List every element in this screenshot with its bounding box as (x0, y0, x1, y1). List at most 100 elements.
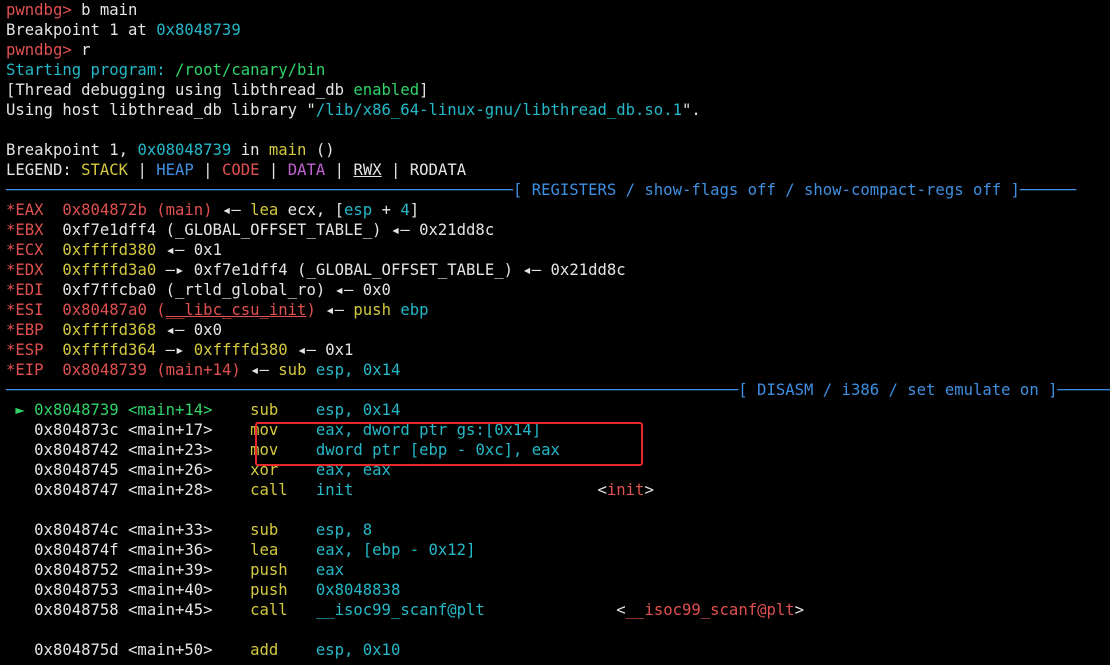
terminal-segment: 0x804872b (main) (62, 201, 213, 219)
terminal-segment: 0x8048739 (156, 21, 241, 39)
terminal-segment: ) (306, 301, 316, 319)
terminal-segment: ◂— 0x0 (156, 321, 222, 339)
terminal-segment: | (193, 161, 222, 179)
terminal-segment: lea (250, 541, 279, 559)
terminal-line: *ESP 0xffffd364 —▸ 0xffffd380 ◂— 0x1 (6, 340, 1110, 360)
terminal-line: 0x804874c <main+33> sub esp, 8 (6, 520, 1110, 540)
terminal-segment: *ECX (6, 241, 63, 259)
terminal-segment: add (250, 641, 279, 659)
terminal-segment: in (231, 141, 269, 159)
terminal-segment: sub (250, 401, 279, 419)
terminal-segment: 0x08048739 (137, 141, 232, 159)
terminal-segment: b main (81, 1, 138, 19)
terminal-segment: __libc_csu_init (165, 301, 307, 319)
terminal-segment: 0x804875d <main+50> (6, 641, 251, 659)
terminal-segment: | (325, 161, 354, 179)
terminal-segment: *EDI (6, 281, 63, 299)
terminal-segment: 0x10 (362, 641, 401, 659)
terminal-segment: ecx, [ (278, 201, 345, 219)
terminal-segment: 0xf7e1dff4 (_GLOBAL_OFFSET_TABLE_) ◂— 0x… (62, 221, 495, 239)
terminal-segment: [Thread debugging using libthread_db (6, 81, 354, 99)
terminal-segment: DATA (287, 161, 326, 179)
terminal-segment: init (287, 481, 354, 499)
terminal-line: 0x804873c <main+17> mov eax, dword ptr g… (6, 420, 1110, 440)
terminal-segment: mov (250, 441, 279, 459)
terminal-segment: 0x804874c <main+33> (6, 521, 251, 539)
terminal-segment: pwndbg> (6, 41, 82, 59)
terminal-window[interactable]: { "colors": { "background": "#000000", "… (0, 0, 1110, 665)
terminal-segment: __isoc99_scanf@plt (625, 601, 795, 619)
terminal-segment: esp, (278, 641, 363, 659)
terminal-segment: esp (344, 201, 373, 219)
terminal-segment: 0x8048752 <main+39> (6, 561, 251, 579)
terminal-segment: sub (278, 361, 307, 379)
terminal-line: LEGEND: STACK | HEAP | CODE | DATA | RWX… (6, 160, 1110, 180)
terminal-segment: ". (681, 101, 701, 119)
terminal-segment: 0x8048747 <main+28> (6, 481, 251, 499)
terminal-segment: esp, (306, 361, 363, 379)
terminal-line: *EBX 0xf7e1dff4 (_GLOBAL_OFFSET_TABLE_) … (6, 220, 1110, 240)
terminal-segment: call (250, 481, 288, 499)
terminal-segment: | (128, 161, 157, 179)
terminal-segment: 0xf7ffcba0 (_rtld_global_ro) ◂— 0x0 (62, 281, 391, 299)
terminal-segment: push (250, 561, 288, 579)
terminal-segment: ◂— (315, 301, 354, 319)
terminal-line: Starting program: /root/canary/bin (6, 60, 1110, 80)
terminal-segment: eax, eax (278, 461, 391, 479)
terminal-segment: main (268, 141, 307, 159)
terminal-segment: 0xffffd380 (62, 241, 157, 259)
terminal-segment: ◂— (212, 201, 251, 219)
terminal-segment: *ESP (6, 341, 63, 359)
terminal-line: ────────────────────────────────────────… (6, 380, 1110, 400)
terminal-line: [Thread debugging using libthread_db ena… (6, 80, 1110, 100)
terminal-segment: call (250, 601, 288, 619)
terminal-segment: xor (250, 461, 279, 479)
terminal-segment: —▸ 0xf7e1dff4 (_GLOBAL_OFFSET_TABLE_) ◂—… (156, 261, 626, 279)
terminal-segment: > (644, 481, 654, 499)
terminal-segment: LEGEND: (6, 161, 82, 179)
terminal-segment: RWX (353, 161, 382, 179)
terminal-segment: HEAP (156, 161, 194, 179)
terminal-segment: 0x80487a0 ( (62, 301, 166, 319)
terminal-segment: | (259, 161, 288, 179)
terminal-segment: 0xc (475, 441, 504, 459)
terminal-segment: eax, [ebp - (278, 541, 429, 559)
terminal-line: *ECX 0xffffd380 ◂— 0x1 (6, 240, 1110, 260)
terminal-segment: 0x8048739 (main+14) (62, 361, 241, 379)
terminal-segment: /root/canary/bin (175, 61, 326, 79)
terminal-segment: 0x14 (362, 401, 401, 419)
terminal-segment: + (372, 201, 401, 219)
terminal-segment: 0x14 (494, 421, 532, 439)
terminal-segment: —▸ (156, 341, 194, 359)
terminal-segment: eax (287, 561, 345, 579)
terminal-segment: 0x8048745 <main+26> (6, 461, 251, 479)
terminal-line: 0x804874f <main+36> lea eax, [ebp - 0x12… (6, 540, 1110, 560)
terminal-segment: 0xffffd380 (193, 341, 288, 359)
terminal-line: *EAX 0x804872b (main) ◂— lea ecx, [esp +… (6, 200, 1110, 220)
terminal-segment: *ESI (6, 301, 63, 319)
terminal-segment: 0x12 (428, 541, 467, 559)
terminal-segment: | RODATA (381, 161, 467, 179)
terminal-segment: 4 (400, 201, 410, 219)
terminal-segment: ◂— 0x1 (287, 341, 354, 359)
terminal-segment: 0x8048758 <main+45> (6, 601, 251, 619)
terminal-segment: esp, (278, 401, 363, 419)
terminal-line: *EBP 0xffffd368 ◂— 0x0 (6, 320, 1110, 340)
terminal-segment: __isoc99_scanf@plt (287, 601, 485, 619)
terminal-segment: 0xffffd368 (62, 321, 157, 339)
terminal-segment: dword ptr [ebp - (278, 441, 476, 459)
terminal-segment: ] (466, 541, 476, 559)
terminal-segment: push (353, 301, 391, 319)
terminal-segment: 0x8048742 <main+23> (6, 441, 251, 459)
terminal-line: Breakpoint 1, 0x08048739 in main () (6, 140, 1110, 160)
terminal-segment: ebp (390, 301, 429, 319)
terminal-segment: ► 0x8048739 <main+14> (6, 401, 251, 419)
terminal-segment: *EIP (6, 361, 63, 379)
terminal-line: *EDX 0xffffd3a0 —▸ 0xf7e1dff4 (_GLOBAL_O… (6, 260, 1110, 280)
terminal-line: Breakpoint 1 at 0x8048739 (6, 20, 1110, 40)
terminal-segment: < (353, 481, 607, 499)
terminal-line: 0x8048742 <main+23> mov dword ptr [ebp -… (6, 440, 1110, 460)
